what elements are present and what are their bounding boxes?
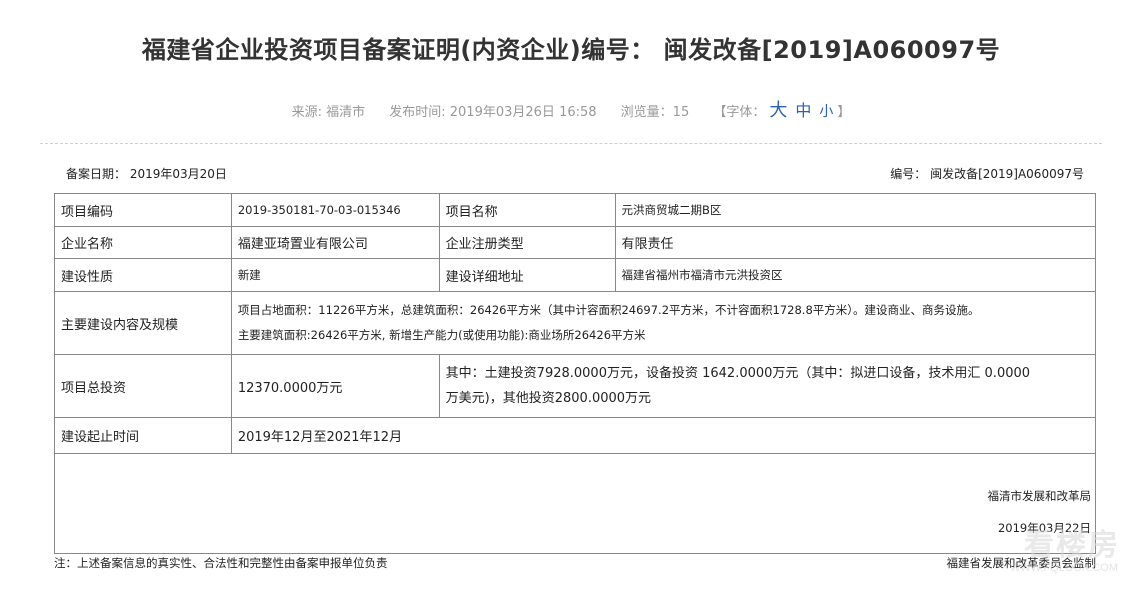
- period-value: 2019年12月至2021年12月: [230, 417, 1097, 454]
- investment-detail-line-2: 万美元)，其他投资2800.0000万元: [445, 391, 652, 406]
- table-row: 福清市发展和改革局 2019年03月22日: [54, 453, 1096, 554]
- company-label: 企业名称: [54, 226, 232, 259]
- company-value: 福建亚琦置业有限公司: [230, 226, 440, 259]
- table-row: 建设性质 新建 建设详细地址 福建省福州市福清市元洪投资区: [54, 258, 1096, 292]
- reg-type-value: 有限责任: [614, 226, 1096, 259]
- signing-date: 2019年03月22日: [997, 521, 1091, 535]
- font-size-small-link[interactable]: 小: [819, 104, 833, 120]
- supervisor-note: 福建省发展和改革委员会监制: [946, 556, 1097, 570]
- table-row: 企业名称 福建亚琦置业有限公司 企业注册类型 有限责任: [54, 226, 1096, 259]
- source-text: 来源: 福清市: [291, 105, 366, 120]
- font-size-medium-link[interactable]: 中: [795, 101, 811, 120]
- address-value: 福建省福州市福清市元洪投资区: [614, 258, 1096, 292]
- project-code-label: 项目编码: [54, 193, 232, 227]
- project-name-label: 项目名称: [438, 193, 616, 227]
- investment-detail: 其中：土建投资7928.0000万元，设备投资 1642.0000万元（其中：拟…: [438, 354, 1097, 418]
- nature-value: 新建: [230, 258, 440, 292]
- footnote: 注：上述备案信息的真实性、合法性和完整性由备案申报单位负责: [54, 556, 388, 570]
- font-size-label-close: 】: [837, 105, 851, 120]
- investment-total: 12370.0000万元: [230, 354, 440, 418]
- project-name-value: 元洪商贸城二期B区: [614, 193, 1096, 227]
- article-meta: 来源: 福清市 发布时间: 2019年03月26日 16:58 浏览量：15 【…: [0, 96, 1142, 122]
- signature-cell: 福清市发展和改革局 2019年03月22日: [54, 453, 1096, 554]
- nature-label: 建设性质: [54, 258, 232, 292]
- font-size-label-open: 【字体：: [713, 105, 766, 120]
- table-row: 项目总投资 12370.0000万元 其中：土建投资7928.0000万元，设备…: [54, 354, 1097, 418]
- record-number: 编号： 闽发改备[2019]A060097号: [890, 167, 1084, 181]
- table-row: 主要建设内容及规模 项目占地面积：11226平方米，总建筑面积：26426平方米…: [54, 291, 1097, 355]
- scope-line-2: 主要建筑面积:26426平方米, 新增生产能力(或使用功能):商业场所26426…: [237, 328, 646, 342]
- project-code-value: 2019-350181-70-03-015346: [230, 193, 440, 227]
- investment-detail-line-1: 其中：土建投资7928.0000万元，设备投资 1642.0000万元（其中：拟…: [445, 366, 1031, 381]
- scope-line-1: 项目占地面积：11226平方米，总建筑面积：26426平方米（其中计容面积246…: [237, 303, 980, 317]
- font-size-large-link[interactable]: 大: [769, 100, 787, 121]
- table-row: 项目编码 2019-350181-70-03-015346 项目名称 元洪商贸城…: [54, 193, 1096, 227]
- page-title: 福建省企业投资项目备案证明(内资企业)编号： 闽发改备[2019]A060097…: [141, 36, 1001, 64]
- investment-label: 项目总投资: [54, 354, 232, 418]
- font-size-selector: 【字体：大中小】: [713, 100, 851, 121]
- scope-label: 主要建设内容及规模: [54, 291, 232, 355]
- signing-authority: 福清市发展和改革局: [987, 489, 1092, 503]
- filing-table: 项目编码 2019-350181-70-03-015346 项目名称 元洪商贸城…: [54, 193, 1097, 554]
- table-row: 建设起止时间 2019年12月至2021年12月: [54, 417, 1097, 454]
- reg-type-label: 企业注册类型: [438, 226, 616, 259]
- dashed-divider: [40, 143, 1102, 144]
- publish-time: 发布时间: 2019年03月26日 16:58: [389, 105, 597, 120]
- record-date: 备案日期： 2019年03月20日: [66, 167, 227, 181]
- period-label: 建设起止时间: [54, 417, 232, 454]
- address-label: 建设详细地址: [438, 258, 616, 292]
- view-count: 浏览量：15: [620, 105, 690, 120]
- scope-value: 项目占地面积：11226平方米，总建筑面积：26426平方米（其中计容面积246…: [230, 291, 1097, 355]
